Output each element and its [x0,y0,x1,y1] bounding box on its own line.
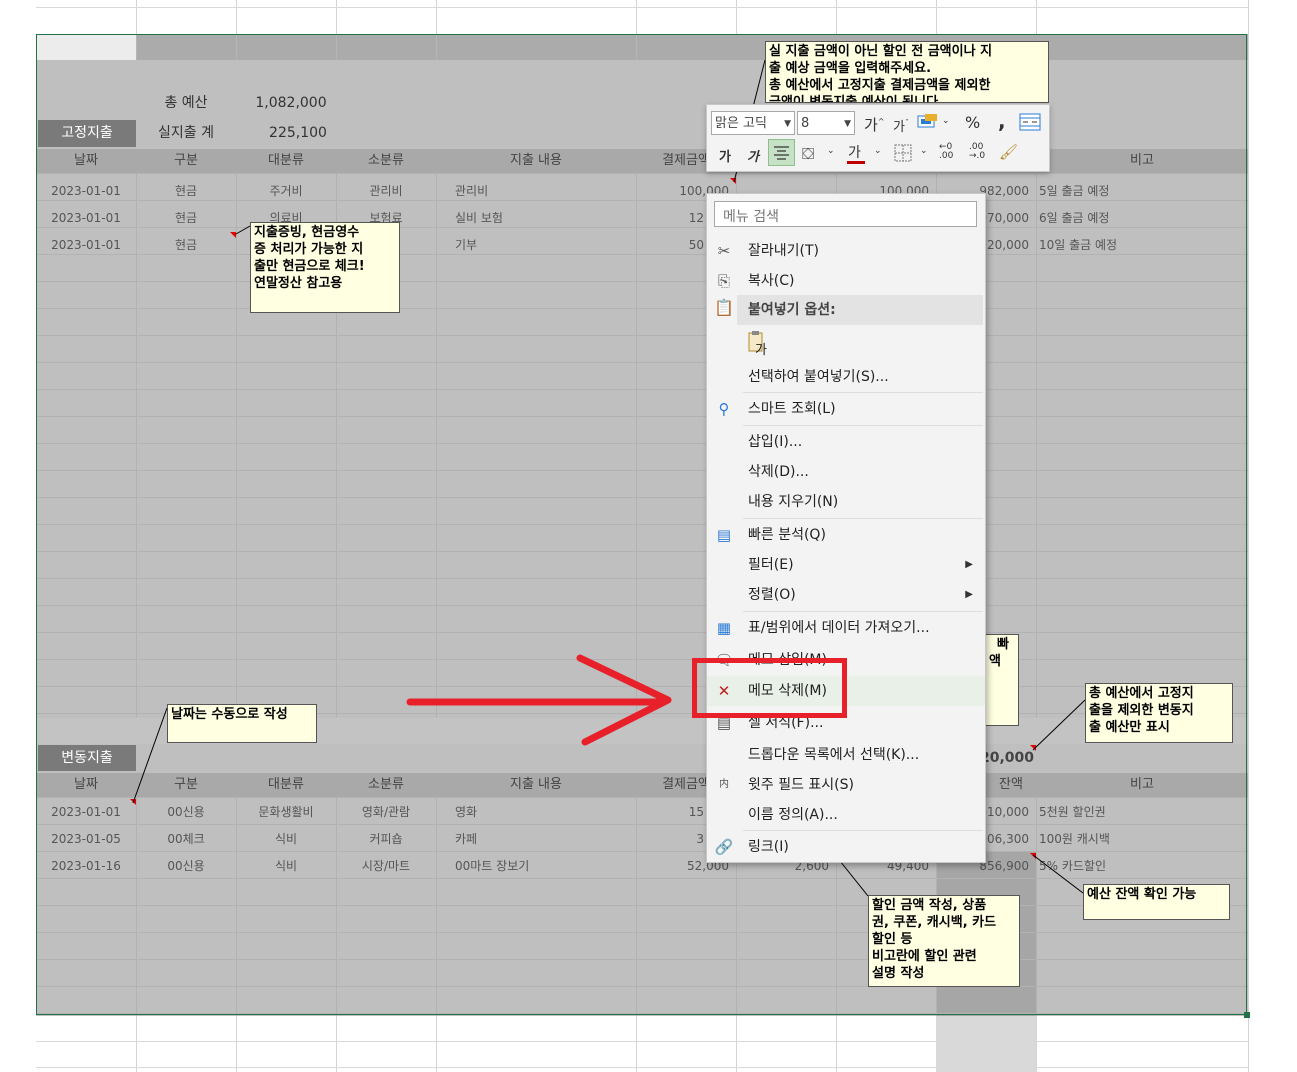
menu-item-phonetic[interactable]: 内 윗주 필드 표시(S) [707,770,985,800]
chevron-down-icon[interactable]: ⌄ [827,146,835,156]
quick-analysis-icon: ▤ [716,526,732,544]
comma-style-button[interactable]: , [998,109,1006,133]
menu-item-clear-contents[interactable]: 내용 지우기(N) [707,487,985,517]
red-arrow-icon [406,654,672,746]
menu-item-label: 필터(E) [748,557,794,573]
grow-font-button[interactable]: 가^ [864,114,885,135]
menu-search-placeholder: 메뉴 검색 [723,209,779,225]
accounting-format-icon[interactable] [917,113,939,131]
menu-item-label: 빠른 분석(Q) [748,527,826,543]
menu-separator [743,392,983,393]
borders-icon[interactable] [894,144,912,166]
submenu-arrow-icon: ▶ [965,559,973,570]
menu-separator [743,425,983,426]
menu-item-label: 정렬(O) [748,587,796,603]
menu-item-label: 삽입(I)... [748,434,803,450]
font-name-select[interactable]: 맑은 고딕 ▼ [711,111,795,135]
menu-search-input[interactable]: 메뉴 검색 [714,201,977,227]
menu-item-label: 내용 지우기(N) [748,494,839,510]
menu-item-label: 표/범위에서 데이터 가져오기... [748,620,930,636]
table-icon: ▦ [716,619,732,637]
menu-item-smart-lookup[interactable]: ⚲ 스마트 조회(L) [707,394,985,424]
percent-button[interactable]: % [965,113,980,132]
menu-separator [743,830,983,831]
copy-icon: ⎘ [717,272,730,290]
chevron-down-icon[interactable]: ⌄ [874,146,882,156]
shrink-font-label: 가 [893,120,905,135]
context-menu: 메뉴 검색 ✂ 잘라내기(T) ⎘ 복사(C) 붙여넣기 옵션: 📋 가 선택하여 … [706,193,986,863]
menu-item-define-name[interactable]: 이름 정의(A)... [707,800,985,830]
italic-button[interactable]: 가 [747,146,759,165]
menu-item-label: 복사(C) [748,273,795,289]
fill-color-button[interactable]: ⛋ [802,144,814,164]
font-size-select[interactable]: 8 ▼ [797,111,855,135]
bold-button[interactable]: 가 [719,146,731,165]
menu-item-label: 붙여넣기 옵션: [748,302,836,318]
scissors-icon: ✂ [717,242,731,260]
grow-font-label: 가 [864,116,878,134]
font-color-glyph: 가 [848,145,861,161]
highlight-box [692,658,847,718]
font-color-button[interactable]: 가 [847,142,865,164]
menu-item-paste-options: 붙여넣기 옵션: [737,295,983,325]
menu-item-label: 드롭다운 목록에서 선택(K)... [748,747,920,763]
merge-center-icon[interactable] [1019,113,1041,135]
menu-item-label: 윗주 필드 표시(S) [748,777,854,793]
font-name-value: 맑은 고딕 [715,116,767,131]
paint-bucket-icon: ⛋ [802,144,815,163]
menu-item-cut[interactable]: ✂ 잘라내기(T) [707,236,985,266]
paste-icon: 📋 [714,298,734,317]
shrink-font-button[interactable]: 가ˇ [893,116,909,135]
menu-item-label: 선택하여 붙여넣기(S)... [748,369,889,385]
increase-decimal-icon[interactable]: ←0.00 [939,143,953,161]
chevron-down-icon[interactable]: ⌄ [942,116,950,126]
menu-separator [743,518,983,519]
menu-item-label: 이름 정의(A)... [748,807,838,823]
menu-separator [743,611,983,612]
fill-handle[interactable] [1244,1012,1250,1018]
smart-lookup-icon: ⚲ [718,400,730,418]
menu-item-label: 삭제(D)... [748,464,809,480]
decrease-decimal-icon[interactable]: .00 →.0 [969,143,985,161]
phonetic-icon: 内 [719,779,729,790]
menu-item-filter[interactable]: 필터(E) ▶ [707,550,985,580]
menu-item-label: 스마트 조회(L) [748,401,836,417]
chevron-down-icon[interactable]: ▼ [844,112,851,136]
menu-item-sort[interactable]: 정렬(O) ▶ [707,580,985,610]
menu-item-copy[interactable]: ⎘ 복사(C) [707,266,985,296]
menu-item-label: 잘라내기(T) [748,243,819,259]
menu-item-quick-analysis[interactable]: ▤ 빠른 분석(Q) [707,520,985,550]
submenu-arrow-icon: ▶ [965,589,973,600]
menu-item-delete[interactable]: 삭제(D)... [707,457,985,487]
menu-item-dropdown-pick[interactable]: 드롭다운 목록에서 선택(K)... [707,740,985,770]
selected-range [36,34,1247,1015]
menu-item-label: 링크(I) [748,839,789,855]
menu-item-link[interactable]: 🔗 링크(I) [707,832,985,862]
format-painter-icon[interactable]: 🖌 [999,143,1018,161]
link-icon: 🔗 [714,838,734,856]
align-center-icon [774,146,789,160]
align-center-button[interactable] [768,139,795,166]
paste-keep-text-icon[interactable]: 가 [747,330,769,358]
font-size-value: 8 [801,116,810,131]
mini-toolbar: 맑은 고딕 ▼ 8 ▼ 가^ 가ˇ ⌄ % , 가 가 ⛋ ⌄ 가 ⌄ ⌄ ←0.0… [706,104,1050,172]
menu-item-paste-special[interactable]: 선택하여 붙여넣기(S)... [707,362,985,392]
menu-item-get-data[interactable]: ▦ 표/범위에서 데이터 가져오기... [707,613,985,643]
menu-item-insert[interactable]: 삽입(I)... [707,427,985,457]
chevron-down-icon[interactable]: ▼ [784,112,791,136]
chevron-down-icon[interactable]: ⌄ [920,146,928,156]
paste-text-glyph: 가 [755,343,767,358]
